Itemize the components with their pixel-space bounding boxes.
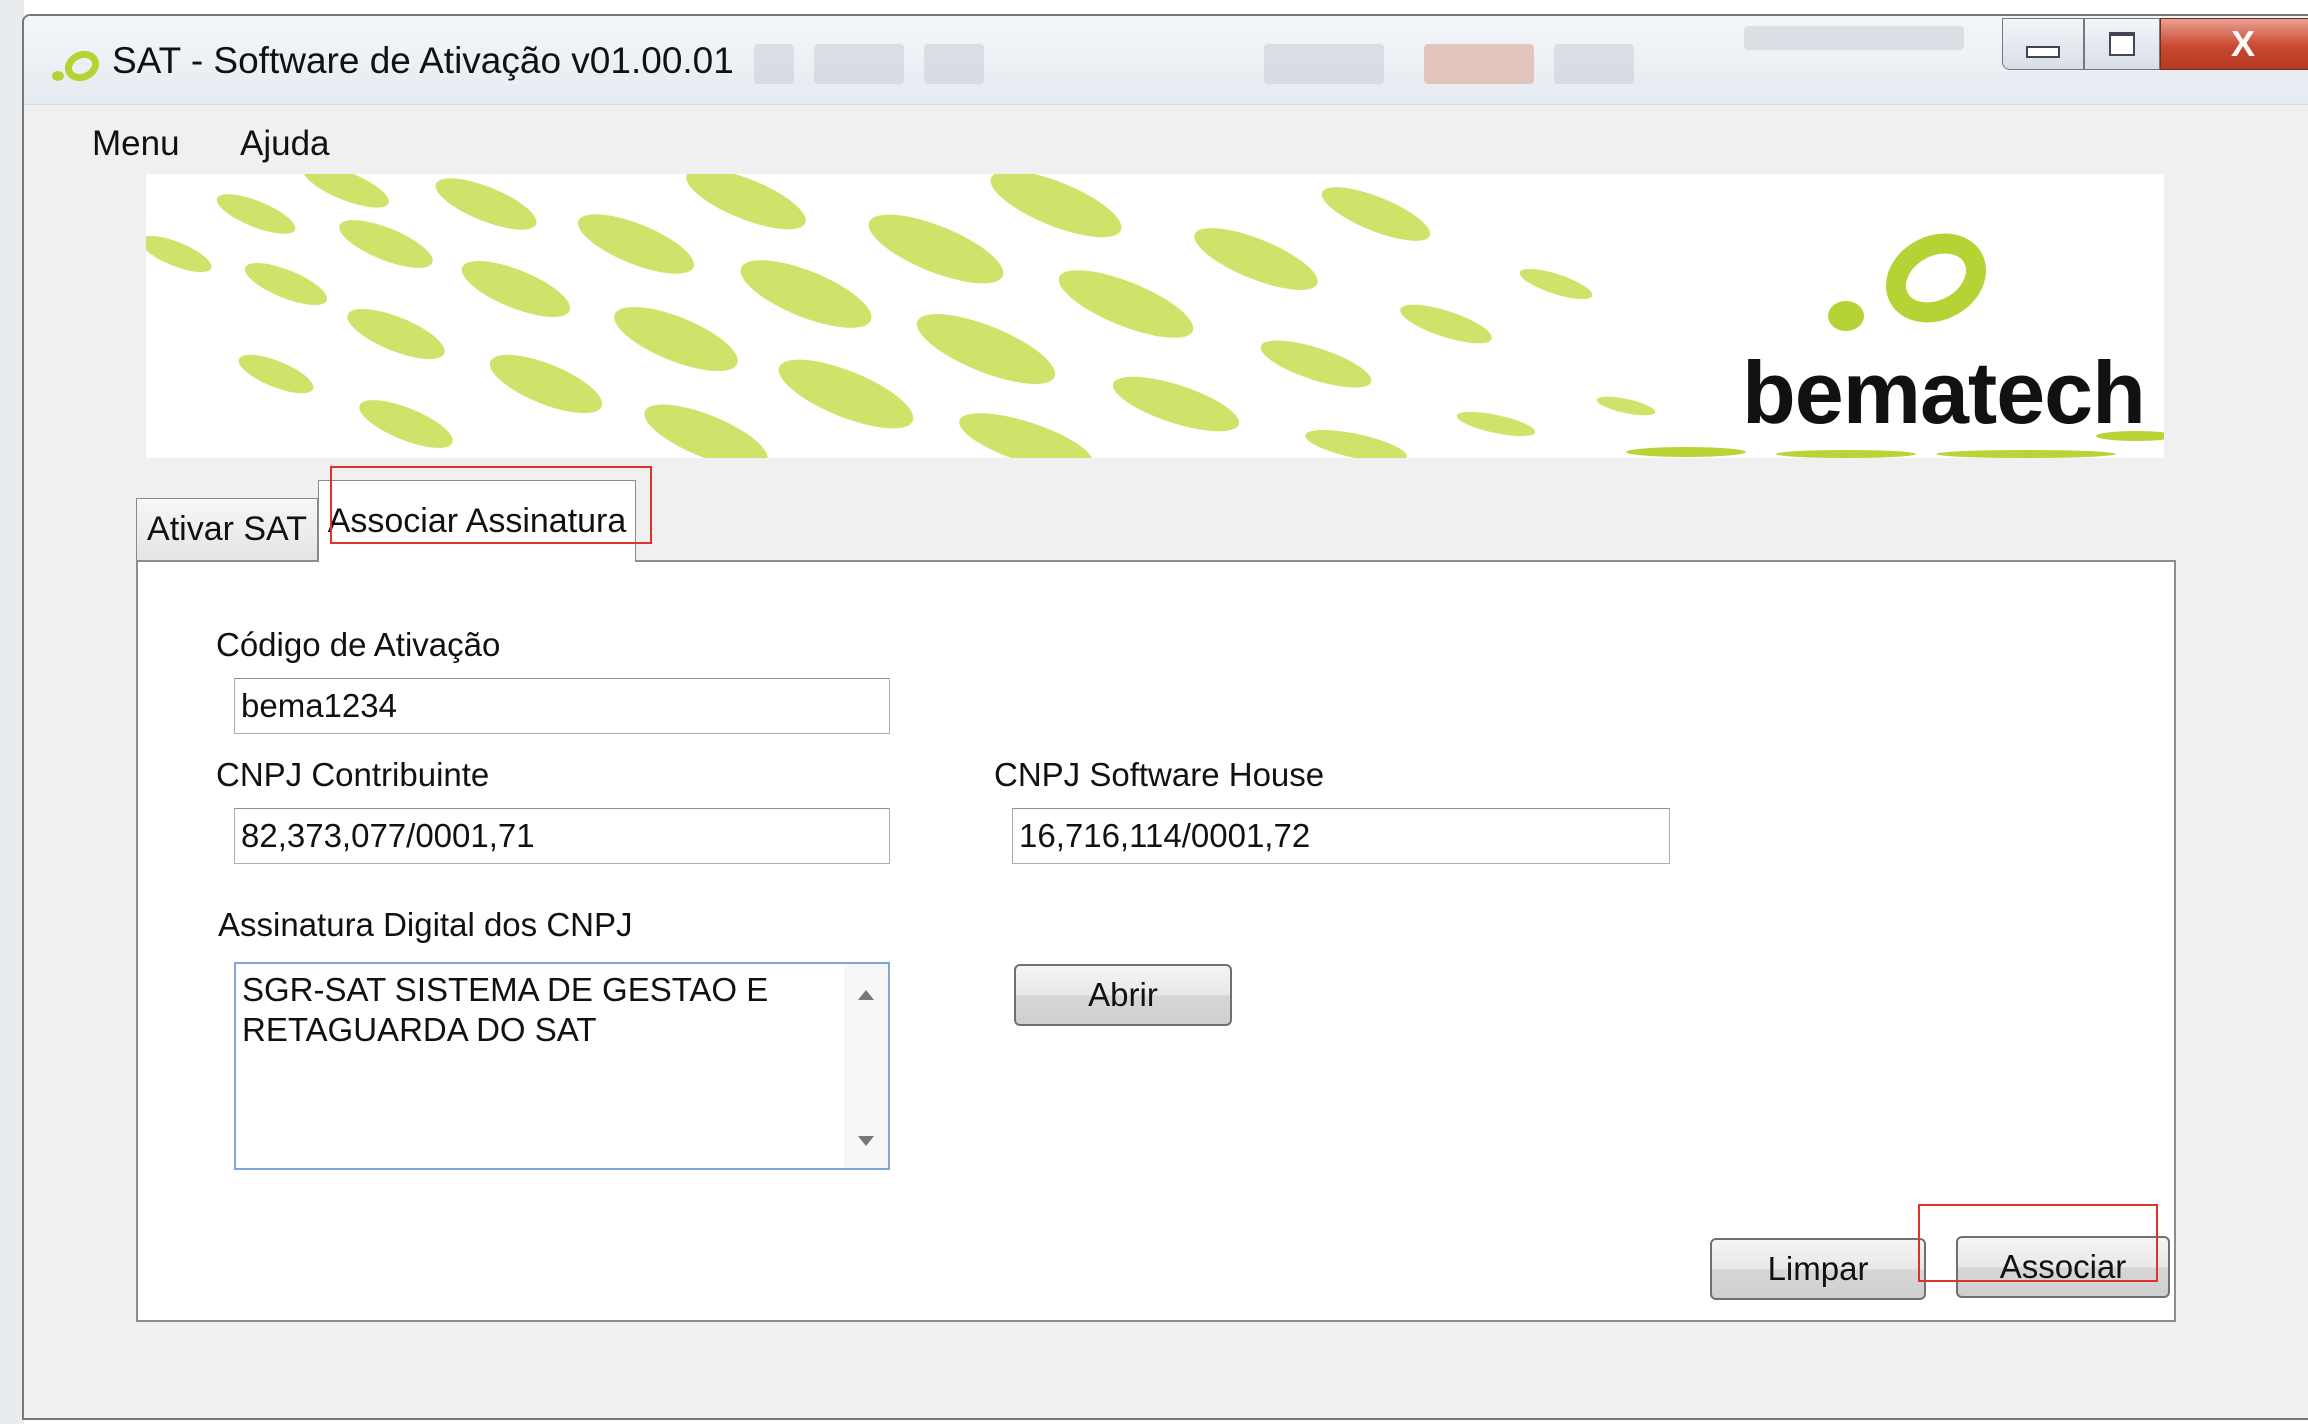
assinatura-digital-textarea[interactable]: SGR-SAT SISTEMA DE GESTAO E RETAGUARDA D…: [234, 962, 890, 1170]
tab-control: Ativar SAT Associar Assinatura Código de…: [136, 480, 2176, 1322]
menu-item-menu[interactable]: Menu: [92, 124, 180, 164]
brand-banner: bematech: [146, 174, 2164, 458]
title-bar[interactable]: SAT - Software de Ativação v01.00.01 X: [24, 16, 2308, 105]
background-artifact: [924, 44, 984, 84]
cnpj-contribuinte-input[interactable]: [234, 808, 890, 864]
textarea-scrollbar[interactable]: [844, 964, 888, 1168]
assinatura-digital-text: SGR-SAT SISTEMA DE GESTAO E RETAGUARDA D…: [242, 971, 769, 1048]
cnpj-software-house-label: CNPJ Software House: [994, 756, 1325, 793]
desktop-background: [0, 0, 24, 1424]
menu-bar: Menu Ajuda: [24, 116, 2308, 170]
minimize-button[interactable]: [2002, 18, 2084, 70]
background-artifact: [1264, 44, 1384, 84]
background-artifact: [1554, 44, 1634, 84]
background-artifact: [754, 44, 794, 84]
cnpj-contribuinte-label: CNPJ Contribuinte: [216, 756, 490, 793]
codigo-ativacao-label: Código de Ativação: [216, 626, 501, 663]
assinatura-digital-label: Assinatura Digital dos CNPJ: [218, 906, 633, 943]
maximize-icon: [2109, 32, 2135, 56]
limpar-button[interactable]: Limpar: [1710, 1238, 1926, 1300]
associar-assinatura-panel: Código de Ativação CNPJ Contribuinte CNP…: [136, 560, 2176, 1322]
codigo-ativacao-input[interactable]: [234, 678, 890, 734]
close-icon: X: [2230, 23, 2255, 64]
maximize-button[interactable]: [2084, 18, 2160, 70]
minimize-icon: [2026, 46, 2060, 58]
abrir-button[interactable]: Abrir: [1014, 964, 1232, 1026]
brand-name: bematech: [1742, 343, 2146, 442]
cnpj-software-house-input[interactable]: [1012, 808, 1670, 864]
close-button[interactable]: X: [2160, 18, 2308, 70]
background-artifact: [1424, 44, 1534, 84]
bematech-logo-icon: [52, 50, 100, 82]
bematech-logo-mark: [1828, 233, 1987, 331]
scroll-up-icon[interactable]: [858, 990, 874, 1000]
associar-highlight-annotation: [1918, 1204, 2158, 1282]
menu-item-ajuda[interactable]: Ajuda: [240, 124, 330, 164]
scroll-down-icon[interactable]: [858, 1136, 874, 1146]
background-artifact: [1744, 26, 1964, 50]
background-artifact: [814, 44, 904, 84]
tab-ativar-sat[interactable]: Ativar SAT: [136, 498, 318, 560]
window-title: SAT - Software de Ativação v01.00.01: [112, 40, 734, 81]
tab-highlight-annotation: [330, 466, 652, 544]
